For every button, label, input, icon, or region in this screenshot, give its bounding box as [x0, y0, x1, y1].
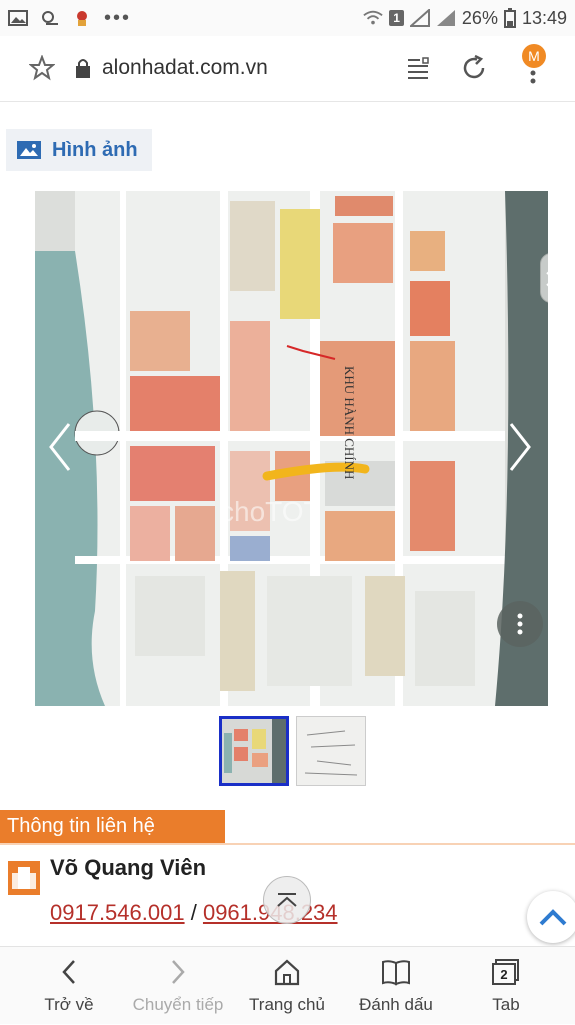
previous-image-arrow[interactable] — [45, 420, 75, 474]
section-title: Hình ảnh — [52, 138, 138, 161]
nav-back-label: Trở về — [44, 995, 94, 1014]
signal-icon — [409, 9, 430, 27]
nav-tabs-label: Tab — [492, 995, 520, 1014]
sim-slot-badge: 1 — [389, 10, 404, 26]
thumbnail-document-image — [297, 717, 365, 785]
images-section-header: Hình ảnh — [6, 129, 152, 171]
drag-handle-icon — [546, 271, 548, 287]
bookmark-star-button[interactable] — [24, 50, 60, 86]
nav-bookmarks[interactable]: Đánh dấu — [341, 947, 451, 1025]
home-icon — [274, 959, 300, 986]
more-dots-icon: ••• — [104, 6, 132, 29]
url-text: alonhadat.com.vn — [102, 56, 268, 79]
nav-home-label: Trang chủ — [249, 995, 325, 1014]
book-icon — [382, 960, 410, 986]
wifi-icon — [363, 10, 383, 25]
more-vert-icon — [517, 613, 523, 635]
browser-toolbar: alonhadat.com.vn M — [0, 36, 575, 102]
chevron-up-icon — [539, 909, 567, 926]
star-icon — [29, 55, 55, 81]
more-vert-icon — [530, 70, 536, 84]
tabs-icon: 2 — [491, 957, 521, 987]
scroll-top-button[interactable] — [263, 876, 311, 924]
map-block-label: KHU HÀNH CHÍNH — [342, 366, 357, 479]
contact-tab-label: Thông tin liên hệ — [7, 815, 155, 837]
app-icon — [77, 11, 87, 26]
lock-icon — [76, 59, 90, 78]
reader-mode-button[interactable] — [400, 50, 436, 86]
battery-icon — [503, 8, 516, 28]
nav-bookmarks-label: Đánh dấu — [359, 995, 433, 1014]
contact-name: Võ Quang Viên — [50, 855, 207, 880]
nav-forward[interactable]: Chuyển tiếp — [123, 947, 233, 1025]
nav-back[interactable]: Trở về — [14, 947, 124, 1025]
menu-button[interactable]: M — [514, 44, 550, 86]
contact-info-tab: Thông tin liên hệ — [0, 810, 225, 843]
address-field[interactable]: alonhadat.com.vn — [74, 56, 268, 80]
image-icon — [17, 141, 41, 159]
phone-link-1[interactable]: 0917.546.001 — [50, 900, 185, 925]
nav-tabs[interactable]: 2 Tab — [451, 947, 561, 1025]
back-arrow-icon — [62, 960, 75, 984]
bottom-navigation: Trở về Chuyển tiếp Trang chủ Đánh dấu 2 … — [0, 946, 575, 1024]
avatar-letter: M — [528, 48, 540, 64]
next-image-arrow[interactable] — [505, 420, 535, 474]
signal-icon-2 — [436, 10, 455, 26]
thumbnail-map-image — [222, 719, 286, 783]
gallery-scroll-handle[interactable] — [540, 253, 548, 303]
contact-avatar-icon — [8, 861, 40, 895]
contact-divider — [0, 843, 575, 845]
planning-map-image: KHU HÀNH CHÍNH Tá choTOT — [35, 191, 548, 706]
battery-percent: 26% — [461, 7, 498, 28]
tab-count: 2 — [500, 966, 508, 982]
phone-separator: / — [190, 900, 197, 925]
status-bar: ••• 1 26% 13:49 — [0, 0, 575, 36]
gallery-icon — [8, 10, 28, 26]
thumbnail-1[interactable] — [219, 716, 289, 786]
weather-icon — [42, 11, 58, 25]
clock: 13:49 — [521, 7, 567, 28]
chevron-up-icon — [277, 893, 297, 907]
back-to-top-button[interactable] — [527, 891, 575, 943]
watermark-text: choTOT — [220, 496, 321, 527]
refresh-button[interactable] — [456, 50, 492, 86]
nav-home[interactable]: Trang chủ — [232, 947, 342, 1025]
floating-more-button[interactable] — [497, 601, 543, 647]
reader-icon — [408, 57, 429, 79]
thumbnail-2[interactable] — [296, 716, 366, 786]
forward-arrow-icon — [172, 960, 185, 984]
image-gallery[interactable]: KHU HÀNH CHÍNH Tá choTOT — [35, 191, 548, 706]
refresh-icon — [463, 54, 485, 79]
nav-forward-label: Chuyển tiếp — [132, 995, 224, 1014]
avatar: M — [522, 44, 546, 68]
